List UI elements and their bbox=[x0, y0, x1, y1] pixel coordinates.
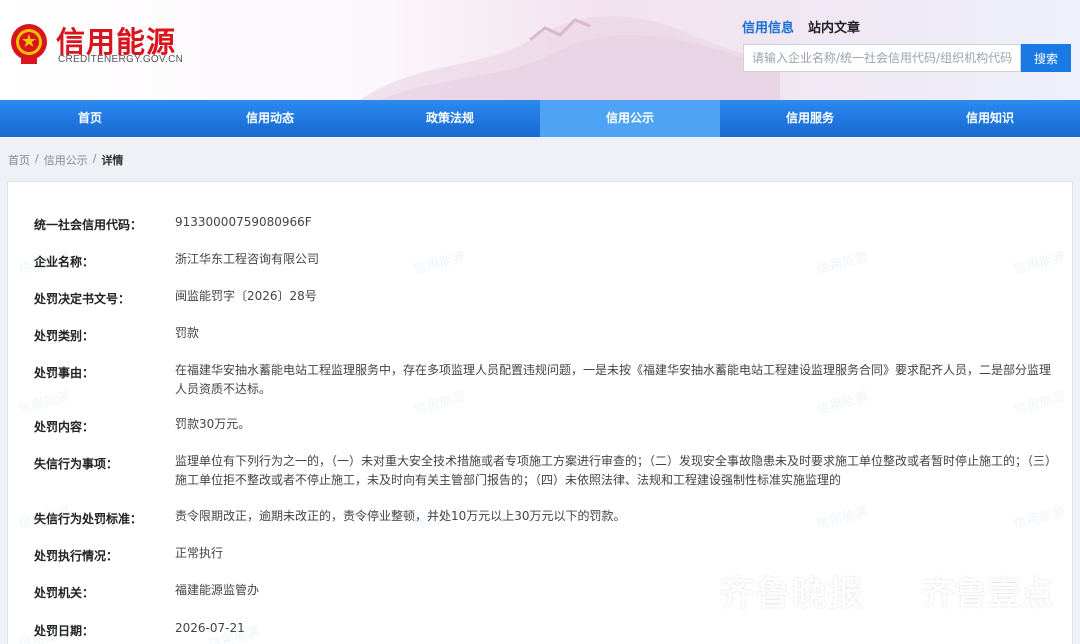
field-value: 罚款30万元。 bbox=[175, 417, 251, 431]
field-label: 处罚内容： bbox=[34, 420, 95, 434]
field-value: 闽监能罚字〔2026〕28号 bbox=[175, 289, 317, 303]
site-header: 信用能源 CREDITENERGY.GOV.CN 信用信息 站内文章 搜索 bbox=[0, 0, 1080, 100]
field-label: 企业名称： bbox=[34, 255, 95, 269]
nav-home[interactable]: 首页 bbox=[0, 100, 180, 137]
search-button[interactable]: 搜索 bbox=[1021, 44, 1071, 72]
field-value: 浙江华东工程咨询有限公司 bbox=[175, 252, 320, 266]
nav-credit-news[interactable]: 信用动态 bbox=[180, 100, 360, 137]
nav-policies[interactable]: 政策法规 bbox=[360, 100, 540, 137]
field-value: 2026-07-21 bbox=[175, 621, 245, 635]
nav-credit-publicity[interactable]: 信用公示 bbox=[540, 100, 720, 137]
field-value: 在福建华安抽水蓄能电站工程监理服务中，存在多项监理人员配置违规问题，一是未按《福… bbox=[175, 363, 1052, 396]
brand-box-icon: 壹 bbox=[878, 572, 914, 609]
field-value: 罚款 bbox=[175, 326, 200, 340]
news-logo-icon bbox=[681, 575, 713, 606]
breadcrumb-current: 详情 bbox=[101, 154, 124, 167]
field-label: 处罚执行情况： bbox=[34, 549, 119, 563]
search-tabs: 信用信息 站内文章 bbox=[742, 17, 860, 36]
field-label: 处罚日期： bbox=[34, 624, 95, 638]
field-label: 统一社会信用代码： bbox=[34, 218, 143, 232]
tab-credit-info[interactable]: 信用信息 bbox=[742, 17, 794, 36]
nav-credit-knowledge[interactable]: 信用知识 bbox=[900, 100, 1080, 137]
site-domain: CREDITENERGY.GOV.CN bbox=[58, 54, 184, 65]
field-label: 处罚事由： bbox=[34, 366, 95, 380]
news-name: 齐鲁晚报 bbox=[720, 574, 864, 614]
field-value: 责令限期改正，逾期未改正的，责令停业整顿，并处10万元以上30万元以下的罚款。 bbox=[175, 509, 626, 523]
field-label: 处罚机关： bbox=[34, 586, 95, 600]
breadcrumb-home[interactable]: 首页 bbox=[8, 152, 30, 168]
brand-name: 齐鲁壹点 bbox=[922, 573, 1055, 612]
field-value: 监理单位有下列行为之一的，（一）未对重大安全技术措施或者专项施工方案进行审查的；… bbox=[175, 454, 1058, 487]
nav-credit-service[interactable]: 信用服务 bbox=[720, 100, 900, 137]
breadcrumb-publicity[interactable]: 信用公示 bbox=[44, 152, 88, 168]
field-label: 失信行为处罚标准： bbox=[34, 512, 143, 526]
search-input[interactable] bbox=[743, 44, 1021, 72]
field-label: 处罚决定书文号： bbox=[34, 292, 131, 306]
news-watermark: 齐鲁晚报 壹 齐鲁壹点 bbox=[680, 566, 1054, 615]
field-value: 正常执行 bbox=[175, 546, 224, 560]
field-label: 失信行为事项： bbox=[34, 457, 119, 471]
national-emblem-icon bbox=[11, 24, 47, 64]
tab-site-articles[interactable]: 站内文章 bbox=[808, 17, 860, 36]
great-wall-banner bbox=[360, 16, 780, 100]
main-nav: 首页 信用动态 政策法规 信用公示 信用服务 信用知识 bbox=[0, 100, 1080, 137]
breadcrumb-separator: / bbox=[35, 152, 39, 165]
field-value: 91330000759080966F bbox=[175, 215, 312, 229]
watermark: 信用能源 bbox=[17, 389, 72, 418]
breadcrumb-separator: / bbox=[92, 152, 97, 165]
breadcrumb: 首页 / 信用公示 / 详情 bbox=[8, 152, 123, 168]
field-label: 处罚类别： bbox=[34, 329, 95, 343]
